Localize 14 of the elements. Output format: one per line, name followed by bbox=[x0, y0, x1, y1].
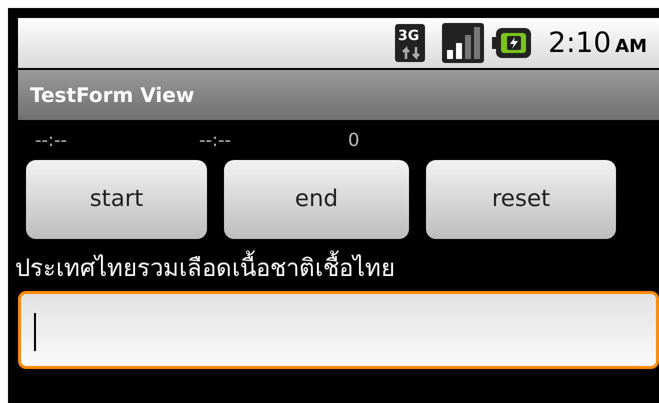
signal-icon bbox=[442, 23, 484, 63]
readout-text: --:-- bbox=[34, 128, 68, 152]
text-cursor bbox=[34, 313, 36, 351]
clock-time: 2:10 bbox=[548, 25, 612, 61]
readout-text: 0 bbox=[347, 128, 360, 152]
text-input-field[interactable] bbox=[18, 291, 659, 369]
clock-ampm: AM bbox=[615, 35, 647, 59]
action-button[interactable]: end bbox=[224, 160, 409, 239]
readout-text: --:-- bbox=[198, 128, 232, 152]
action-button[interactable]: start bbox=[26, 160, 207, 239]
action-button[interactable]: reset bbox=[426, 160, 616, 239]
window-title: TestForm View bbox=[30, 82, 194, 109]
battery-charging-icon bbox=[492, 27, 532, 59]
field-label: ประเทศไทยรวมเลือดเนื้อชาติเชื้อไทย bbox=[15, 251, 659, 285]
